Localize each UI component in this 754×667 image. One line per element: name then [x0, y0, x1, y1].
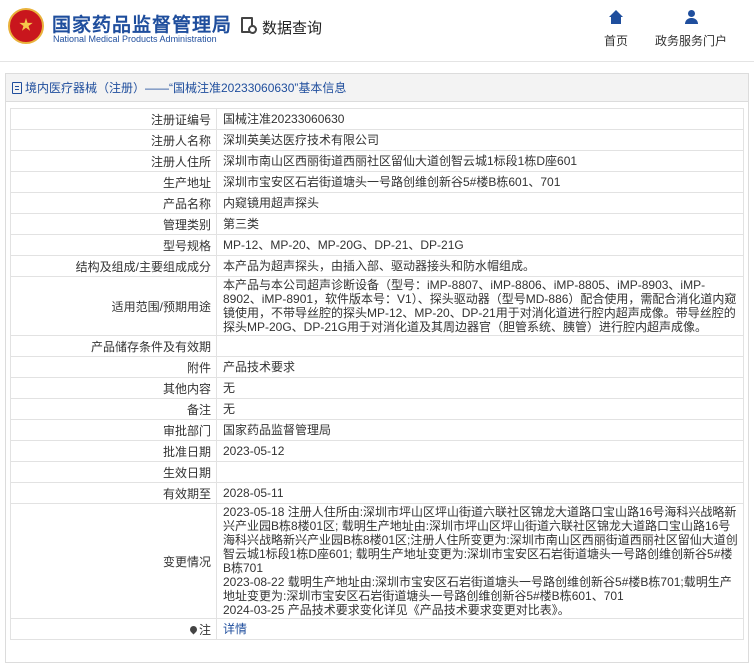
table-row: 变更情况 2023-05-18 注册人住所由:深圳市坪山区坪山街道六联社区锦龙大道…: [10, 503, 744, 619]
table-row: 产品储存条件及有效期: [10, 335, 744, 357]
field-value: 2023-05-12: [216, 440, 744, 462]
table-row: 结构及组成/主要组成成分 本产品为超声探头，由插入部、驱动器接头和防水帽组成。: [10, 255, 744, 277]
document-search-icon: [240, 17, 258, 37]
table-row: 注 详情: [10, 618, 744, 640]
field-label: 注册证编号: [10, 108, 217, 130]
field-value: 深圳市宝安区石岩街道塘头一号路创维创新谷5#楼B栋601、701: [216, 171, 744, 193]
field-label: 结构及组成/主要组成成分: [10, 255, 217, 277]
detail-panel: 境内医疗器械（注册）——“国械注准20233060630”基本信息 注册证编号国…: [5, 73, 749, 663]
field-label: 附件: [10, 356, 217, 378]
field-label: 批准日期: [10, 440, 217, 462]
table-row: 审批部门 国家药品监督管理局: [10, 419, 744, 441]
data-query-label: 数据查询: [262, 19, 323, 37]
details-link[interactable]: 详情: [223, 622, 247, 636]
field-value: [216, 335, 744, 357]
note-value-cell: 详情: [216, 618, 744, 640]
field-value: 第三类: [216, 213, 744, 235]
site-header: 国家药品监督管理局 National Medical Products Admi…: [0, 0, 754, 62]
table-row: 注册人住所 深圳市南山区西丽街道西丽社区留仙大道创智云城1标段1栋D座601: [10, 150, 744, 172]
field-value: 国家药品监督管理局: [216, 419, 744, 441]
registration-info-table: 注册证编号 国械注准20233060630 注册人名称 深圳英美达医疗技术有限公司 …: [10, 108, 744, 640]
panel-title-text: 境内医疗器械（注册）——“国械注准20233060630”基本信息: [25, 81, 347, 95]
table-row: 注册证编号 国械注准20233060630: [10, 108, 744, 130]
table-row: 生效日期: [10, 461, 744, 483]
table-row: 生产地址 深圳市宝安区石岩街道塘头一号路创维创新谷5#楼B栋601、701: [10, 171, 744, 193]
field-value: 无: [216, 398, 744, 420]
brand-english-name: National Medical Products Administration: [53, 34, 217, 44]
user-icon: [683, 10, 699, 26]
home-icon: [608, 10, 624, 26]
table-row: 备注无: [10, 398, 744, 420]
table-row: 有效期至 2028-05-11: [10, 482, 744, 504]
field-label: 生效日期: [10, 461, 217, 483]
nav-service-portal[interactable]: 政务服务门户: [652, 10, 730, 49]
field-value: 本产品与本公司超声诊断设备（型号：iMP-8807、iMP-8806、iMP-8…: [216, 276, 744, 336]
field-value: 国械注准20233060630: [216, 108, 744, 130]
panel-title: 境内医疗器械（注册）——“国械注准20233060630”基本信息: [6, 74, 748, 102]
field-value: 无: [216, 377, 744, 399]
nav-home-label: 首页: [603, 34, 628, 48]
field-value: 深圳英美达医疗技术有限公司: [216, 129, 744, 151]
field-label: 注册人住所: [10, 150, 217, 172]
field-label: 生产地址: [10, 171, 217, 193]
field-value: 产品技术要求: [216, 356, 744, 378]
table-row: 批准日期 2023-05-12: [10, 440, 744, 462]
field-value: 深圳市南山区西丽街道西丽社区留仙大道创智云城1标段1栋D座601: [216, 150, 744, 172]
field-label: 产品名称: [10, 192, 217, 214]
field-label: 变更情况: [10, 503, 217, 619]
table-row: 管理类别 第三类: [10, 213, 744, 235]
field-label: 产品储存条件及有效期: [10, 335, 217, 357]
field-label: 适用范围/预期用途: [10, 276, 217, 336]
table-row: 型号规格 MP-12、MP-20、MP-20G、DP-21、DP-21G: [10, 234, 744, 256]
field-label: 注册人名称: [10, 129, 217, 151]
field-label: 其他内容: [10, 377, 217, 399]
emblem-logo: [8, 8, 44, 44]
nav-service-label: 政务服务门户: [654, 34, 727, 48]
field-label: 型号规格: [10, 234, 217, 256]
table-row: 适用范围/预期用途 本产品与本公司超声诊断设备（型号：iMP-8807、iMP-8…: [10, 276, 744, 336]
brand-name: 国家药品监督管理局: [52, 15, 233, 36]
data-query-link[interactable]: 数据查询: [240, 16, 322, 38]
table-row: 附件 产品技术要求: [10, 356, 744, 378]
field-value: 2028-05-11: [216, 482, 744, 504]
field-value: 本产品为超声探头，由插入部、驱动器接头和防水帽组成。: [216, 255, 744, 277]
field-value: 内窥镜用超声探头: [216, 192, 744, 214]
pin-icon: [188, 624, 199, 634]
field-value: [216, 461, 744, 483]
note-label: 注: [198, 622, 211, 637]
table-row: 其他内容无: [10, 377, 744, 399]
nav-home[interactable]: 首页: [600, 10, 632, 49]
field-value: MP-12、MP-20、MP-20G、DP-21、DP-21G: [216, 234, 744, 256]
change-history-value: 2023-05-18 注册人住所由:深圳市坪山区坪山街道六联社区锦龙大道路口宝山…: [216, 503, 744, 619]
note-label-cell: 注: [10, 618, 217, 640]
table-row: 产品名称 内窥镜用超声探头: [10, 192, 744, 214]
document-icon: [12, 81, 22, 94]
field-label: 备注: [10, 398, 217, 420]
field-label: 管理类别: [10, 213, 217, 235]
table-row: 注册人名称 深圳英美达医疗技术有限公司: [10, 129, 744, 151]
field-label: 审批部门: [10, 419, 217, 441]
field-label: 有效期至: [10, 482, 217, 504]
